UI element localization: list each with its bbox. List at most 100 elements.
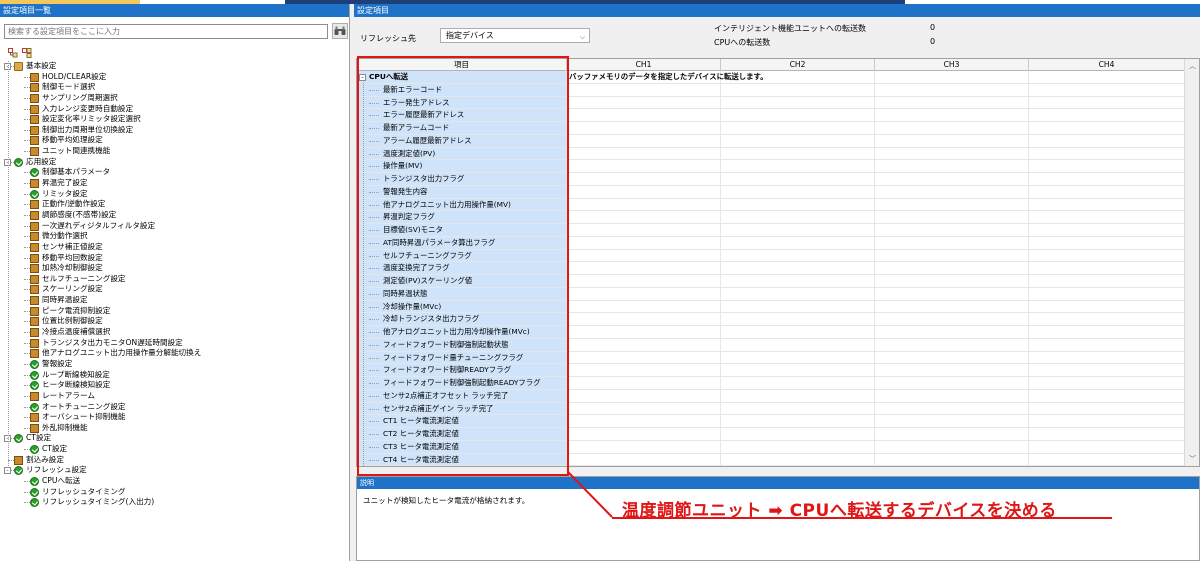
tree-item[interactable]: リフレッシュタイミング (0, 487, 349, 498)
channel-cell[interactable] (875, 377, 1029, 390)
channel-cell[interactable] (1029, 249, 1185, 263)
channel-cell[interactable] (721, 338, 875, 352)
tree-item[interactable]: 位置比例制御設定 (0, 316, 349, 327)
channel-cell[interactable] (1029, 147, 1185, 161)
channel-cell[interactable] (567, 287, 721, 301)
channel-cell[interactable] (875, 109, 1029, 122)
tree-item[interactable]: 移動平均処理設定 (0, 135, 349, 146)
channel-cell[interactable] (567, 326, 721, 339)
channel-cell[interactable] (721, 389, 875, 403)
search-input[interactable] (4, 24, 328, 39)
channel-cell[interactable] (721, 402, 875, 416)
channel-cell[interactable] (875, 338, 1029, 352)
channel-cell[interactable] (1029, 134, 1185, 148)
channel-cell[interactable] (567, 440, 721, 454)
tree-item[interactable]: ヒータ断線検知設定 (0, 380, 349, 391)
search-button[interactable] (332, 23, 348, 39)
channel-cell[interactable] (721, 313, 875, 326)
channel-cell[interactable] (875, 224, 1029, 237)
channel-cell[interactable] (875, 275, 1029, 288)
channel-cell[interactable] (875, 211, 1029, 224)
channel-cell[interactable] (721, 351, 875, 365)
tree-item[interactable]: サンプリング周期選択 (0, 93, 349, 104)
channel-cell[interactable] (721, 326, 875, 339)
tree-category[interactable]: - リフレッシュ設定 (0, 465, 349, 476)
channel-cell[interactable] (721, 364, 875, 377)
channel-cell[interactable] (567, 211, 721, 224)
tree-item[interactable]: 制御モード選択 (0, 82, 349, 93)
scroll-up-icon[interactable]: ︿ (1189, 61, 1196, 71)
channel-cell[interactable] (1029, 83, 1185, 97)
channel-cell[interactable] (721, 173, 875, 186)
channel-cell[interactable] (721, 211, 875, 224)
channel-cell[interactable] (567, 185, 721, 199)
channel-cell[interactable] (1029, 109, 1185, 122)
expand-all-icon[interactable] (8, 48, 18, 58)
channel-cell[interactable] (875, 415, 1029, 428)
channel-cell[interactable] (875, 236, 1029, 250)
grid-header-ch2[interactable]: CH2 (721, 59, 875, 71)
channel-cell[interactable] (721, 249, 875, 263)
channel-cell[interactable] (1029, 364, 1185, 377)
channel-cell[interactable] (567, 134, 721, 148)
channel-cell[interactable] (1029, 453, 1185, 466)
collapse-all-icon[interactable] (22, 48, 32, 58)
channel-cell[interactable] (1029, 402, 1185, 416)
channel-cell[interactable] (875, 313, 1029, 326)
channel-cell[interactable] (567, 351, 721, 365)
tree-item[interactable]: センサ補正値設定 (0, 242, 349, 253)
tree-item[interactable]: 微分動作選択 (0, 231, 349, 242)
channel-cell[interactable] (721, 415, 875, 428)
channel-cell[interactable] (1029, 224, 1185, 237)
channel-cell[interactable] (875, 147, 1029, 161)
channel-cell[interactable] (1029, 198, 1185, 212)
tree-item[interactable]: トランジスタ出力モニタON遅延時間設定 (0, 338, 349, 349)
channel-cell[interactable] (721, 275, 875, 288)
channel-cell[interactable] (567, 109, 721, 122)
channel-cell[interactable] (875, 185, 1029, 199)
channel-cell[interactable] (875, 453, 1029, 466)
tree-item[interactable]: スケーリング設定 (0, 284, 349, 295)
tree-item[interactable]: オーバシュート抑制機能 (0, 412, 349, 423)
tree-item[interactable]: セルフチューニング設定 (0, 274, 349, 285)
channel-cell[interactable] (721, 224, 875, 237)
channel-cell[interactable] (1029, 262, 1185, 275)
channel-cell[interactable] (721, 440, 875, 454)
channel-cell[interactable] (875, 160, 1029, 173)
channel-cell[interactable] (567, 389, 721, 403)
grid-vertical-scrollbar[interactable]: ︿ ﹀ (1184, 59, 1199, 466)
channel-cell[interactable] (721, 262, 875, 275)
channel-cell[interactable] (721, 185, 875, 199)
channel-cell[interactable] (567, 236, 721, 250)
channel-cell[interactable] (1029, 440, 1185, 454)
tree-item[interactable]: 昇温完了設定 (0, 178, 349, 189)
tree-item[interactable]: 同時昇温設定 (0, 295, 349, 306)
tree-category[interactable]: - 基本設定 (0, 61, 349, 72)
channel-cell[interactable] (1029, 122, 1185, 135)
channel-cell[interactable] (721, 134, 875, 148)
channel-cell[interactable] (1029, 338, 1185, 352)
channel-cell[interactable] (1029, 351, 1185, 365)
scroll-down-icon[interactable]: ﹀ (1189, 454, 1196, 464)
channel-cell[interactable] (567, 224, 721, 237)
channel-cell[interactable] (1029, 173, 1185, 186)
channel-cell[interactable] (721, 198, 875, 212)
channel-cell[interactable] (567, 300, 721, 314)
tree-category[interactable]: - 応用設定 (0, 157, 349, 168)
channel-cell[interactable] (721, 377, 875, 390)
channel-cell[interactable] (721, 83, 875, 97)
collapse-toggle-icon[interactable]: - (4, 467, 11, 475)
channel-cell[interactable] (567, 173, 721, 186)
tree-item[interactable]: リミッタ設定 (0, 189, 349, 200)
tree-item[interactable]: 入力レンジ変更時自動設定 (0, 104, 349, 115)
channel-cell[interactable] (875, 300, 1029, 314)
channel-cell[interactable] (567, 96, 721, 110)
channel-cell[interactable] (721, 428, 875, 441)
channel-cell[interactable] (1029, 389, 1185, 403)
channel-cell[interactable] (1029, 326, 1185, 339)
channel-cell[interactable] (1029, 313, 1185, 326)
channel-cell[interactable] (567, 198, 721, 212)
channel-cell[interactable] (1029, 211, 1185, 224)
grid-header-ch3[interactable]: CH3 (875, 59, 1029, 71)
channel-cell[interactable] (1029, 415, 1185, 428)
